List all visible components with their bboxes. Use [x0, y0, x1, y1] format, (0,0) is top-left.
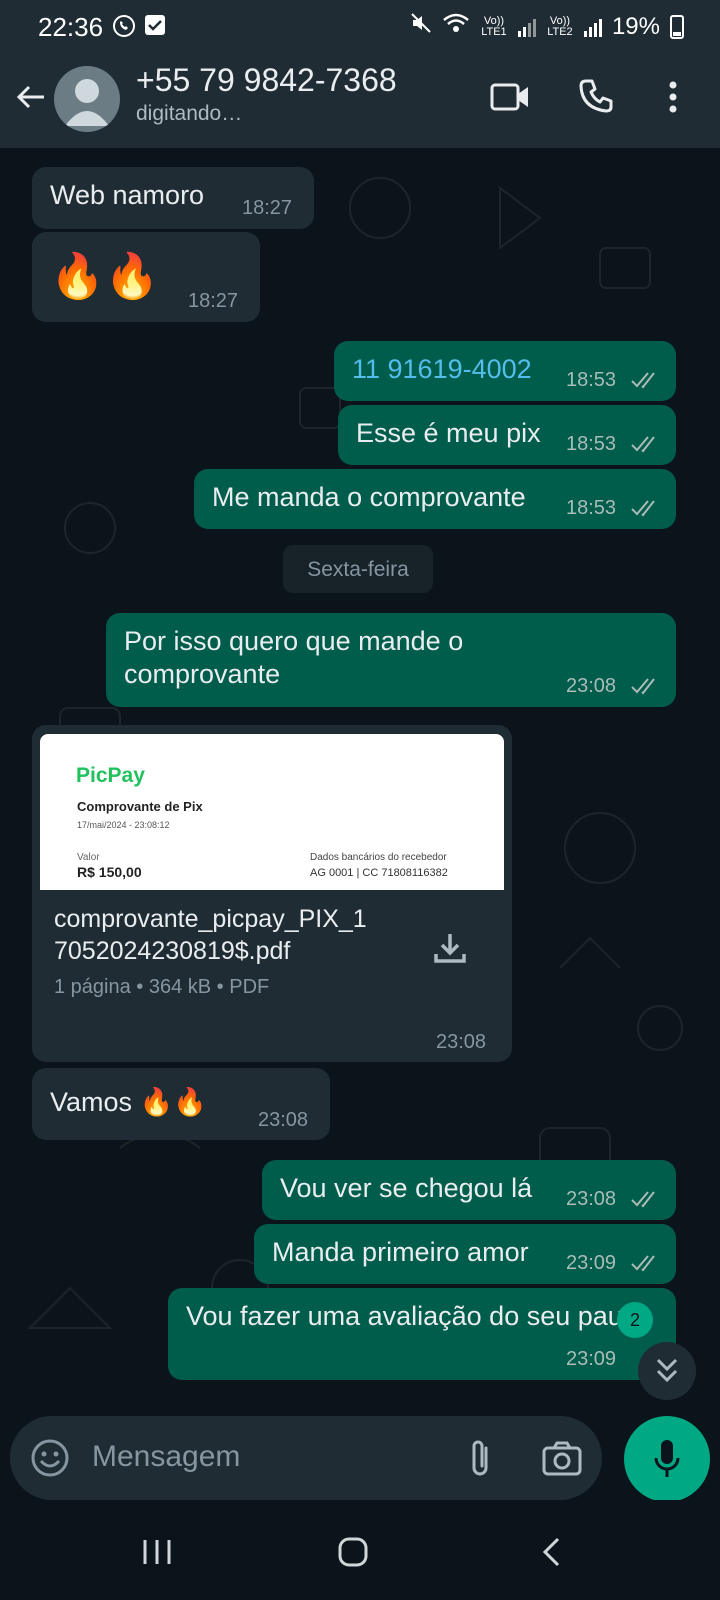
message-text: Esse é meu pix [356, 418, 541, 448]
message-bubble-outgoing[interactable]: Esse é meu pix 18:53 [338, 405, 676, 465]
message-time: 23:08 [436, 1031, 487, 1053]
message-bubble-outgoing[interactable]: 11 91619-4002 18:53 [334, 341, 676, 401]
home-icon[interactable] [337, 1536, 369, 1573]
system-nav-bar [0, 1500, 720, 1600]
message-text-line2: comprovante [124, 659, 281, 689]
scroll-to-bottom-button[interactable] [638, 1342, 696, 1400]
message-time: 18:53 [566, 497, 617, 519]
read-ticks-icon [630, 677, 660, 700]
file-name-line2: 7052024230819$.pdf [54, 937, 291, 965]
message-text-line1: Por isso quero que mande o [124, 626, 464, 656]
attach-icon[interactable] [466, 1438, 496, 1485]
status-time: 22:36 [38, 12, 104, 42]
sim2-label: Vo)) LTE2 [547, 14, 573, 38]
message-bubble-incoming[interactable]: 🔥🔥 18:27 [32, 232, 260, 322]
picpay-logo: PicPay [76, 764, 145, 787]
read-ticks-icon [630, 1254, 660, 1277]
preview-value: R$ 150,00 [77, 864, 142, 880]
message-bubble-outgoing[interactable]: Vou ver se chegou lá 23:08 [262, 1160, 676, 1220]
contact-info[interactable]: +55 79 9842-7368 digitando… [136, 60, 397, 126]
chat-header: +55 79 9842-7368 digitando… [0, 52, 720, 148]
back-arrow-icon[interactable] [14, 80, 48, 119]
read-ticks-icon [630, 1190, 660, 1213]
read-ticks-icon [630, 435, 660, 458]
signal-icon [517, 17, 536, 37]
more-options-icon[interactable] [668, 80, 678, 119]
message-text: Vamos 🔥🔥 [50, 1087, 207, 1117]
message-time: 23:09 [566, 1252, 617, 1274]
signal-icon [583, 17, 602, 37]
chat-area[interactable]: Web namoro 18:27 🔥🔥 18:27 11 91619-4002 … [0, 148, 720, 1400]
download-icon[interactable] [432, 930, 468, 971]
date-divider: Sexta-feira [283, 545, 433, 593]
message-text: Vou ver se chegou lá [280, 1173, 533, 1203]
read-ticks-icon [630, 499, 660, 522]
document-message[interactable]: PicPay Comprovante de Pix 17/mai/2024 - … [32, 725, 512, 1062]
date-divider-label: Sexta-feira [307, 558, 409, 581]
message-time: 23:09 [566, 1348, 617, 1370]
unread-count-badge: 2 [617, 1302, 653, 1338]
battery-icon [670, 14, 684, 39]
message-text: Web namoro [50, 180, 205, 210]
message-bubble-outgoing[interactable]: Vou fazer uma avaliação do seu pau 23:09 [168, 1288, 676, 1380]
whatsapp-icon [112, 14, 136, 43]
sim1-label: Vo)) LTE1 [481, 14, 507, 38]
message-input[interactable]: Mensagem [10, 1416, 602, 1500]
document-file-name: comprovante_picpay_PIX_1 7052024230819$.… [54, 903, 367, 967]
message-time: 18:53 [566, 369, 617, 391]
preview-value-label: Valor [77, 852, 100, 863]
message-time: 23:08 [566, 675, 617, 697]
message-text: Vou fazer uma avaliação do seu pau [186, 1301, 623, 1331]
message-time: 18:27 [188, 290, 239, 312]
message-bubble-incoming[interactable]: Vamos 🔥🔥 23:08 [32, 1068, 330, 1140]
document-meta: 1 página • 364 kB • PDF [54, 976, 270, 998]
message-bubble-incoming[interactable]: Web namoro 18:27 [32, 167, 314, 229]
message-bubble-outgoing[interactable]: Me manda o comprovante 18:53 [194, 469, 676, 529]
preview-bank-value: AG 0001 | CC 71808116382 [310, 867, 448, 879]
message-time: 23:08 [566, 1188, 617, 1210]
emoji-icon[interactable] [30, 1438, 70, 1483]
camera-icon[interactable] [542, 1440, 582, 1481]
nav-back-icon[interactable] [540, 1536, 562, 1573]
wifi-icon [442, 12, 470, 41]
preview-date: 17/mai/2024 - 23:08:12 [77, 820, 170, 830]
message-text: 🔥🔥 [50, 252, 160, 301]
message-bubble-outgoing[interactable]: Por isso quero que mande o comprovante 2… [106, 613, 676, 707]
mic-icon [653, 1438, 681, 1485]
battery-percent: 19% [611, 12, 660, 40]
video-call-icon[interactable] [490, 80, 530, 119]
message-composer: Mensagem [0, 1400, 720, 1502]
status-bar: 22:36 Vo)) LTE1 Vo)) LTE2 19% [0, 0, 720, 52]
message-time: 23:08 [258, 1109, 309, 1131]
message-link[interactable]: 11 91619-4002 [352, 354, 532, 385]
mic-button[interactable] [624, 1416, 710, 1502]
message-bubble-outgoing[interactable]: Manda primeiro amor 23:09 [254, 1224, 676, 1284]
preview-title: Comprovante de Pix [77, 799, 203, 814]
read-ticks-icon [630, 371, 660, 394]
recent-apps-icon[interactable] [142, 1538, 172, 1571]
contact-name: +55 79 9842-7368 [136, 62, 397, 98]
message-text: Manda primeiro amor [272, 1237, 529, 1267]
preview-bank-label: Dados bancários do recebedor [310, 852, 447, 863]
file-name-line1: comprovante_picpay_PIX_1 [54, 905, 367, 933]
double-chevron-down-icon [655, 1356, 679, 1391]
contact-status: digitando… [136, 102, 243, 125]
checkbox-icon [144, 14, 166, 43]
message-time: 18:27 [242, 197, 293, 219]
message-placeholder: Mensagem [92, 1440, 241, 1473]
phone-call-icon[interactable] [578, 78, 614, 119]
message-time: 18:53 [566, 433, 617, 455]
mute-icon [410, 12, 432, 41]
document-preview[interactable]: PicPay Comprovante de Pix 17/mai/2024 - … [40, 734, 504, 890]
message-text: Me manda o comprovante [212, 482, 526, 512]
avatar[interactable] [54, 66, 120, 132]
